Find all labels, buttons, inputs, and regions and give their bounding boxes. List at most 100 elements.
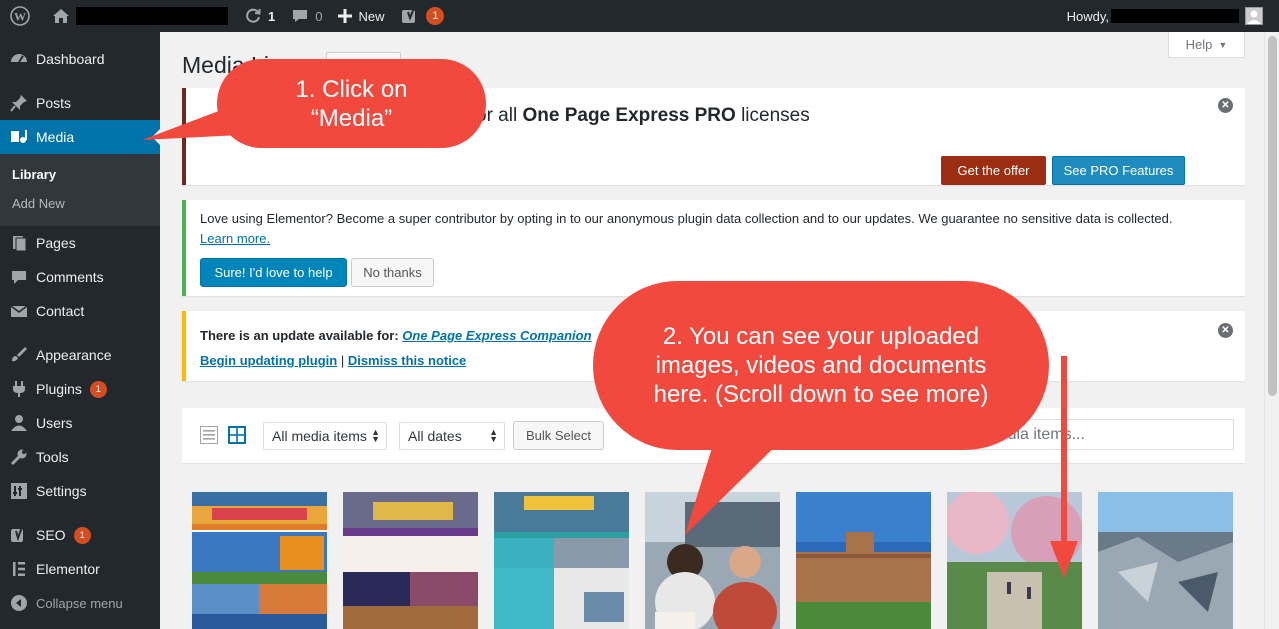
dismiss-icon[interactable]: ✕ bbox=[1218, 323, 1233, 338]
svg-text:W: W bbox=[14, 10, 26, 24]
menu-label: Pages bbox=[36, 235, 76, 251]
dashboard-icon bbox=[9, 49, 29, 69]
comments-menu[interactable]: 0 bbox=[283, 0, 330, 32]
spain-flyer-image bbox=[343, 492, 478, 629]
media-icon bbox=[9, 127, 29, 147]
plugin-link[interactable]: One Page Express Companion bbox=[402, 328, 591, 343]
menu-pages[interactable]: Pages bbox=[0, 226, 160, 260]
menu-plugins[interactable]: Plugins 1 bbox=[0, 372, 160, 406]
elementor-icon bbox=[9, 559, 29, 579]
settings-icon bbox=[9, 481, 29, 501]
menu-media[interactable]: Media bbox=[0, 120, 160, 154]
begin-updating-link[interactable]: Begin updating plugin bbox=[200, 353, 337, 368]
media-thumbnail[interactable] bbox=[1098, 492, 1233, 629]
menu-posts[interactable]: Posts bbox=[0, 86, 160, 120]
comment-bubble-icon bbox=[291, 8, 309, 24]
new-content-menu[interactable]: New bbox=[330, 0, 392, 32]
media-type-value: All media items bbox=[272, 428, 367, 444]
menu-label: Posts bbox=[36, 95, 72, 111]
collapse-menu[interactable]: Collapse menu bbox=[0, 586, 160, 620]
redacted-site-name bbox=[76, 7, 228, 25]
page-scrollbar[interactable] bbox=[1264, 32, 1279, 629]
menu-label: Appearance bbox=[36, 347, 112, 363]
menu-label: SEO bbox=[36, 527, 66, 543]
pin-icon bbox=[9, 93, 29, 113]
help-label: Help bbox=[1185, 37, 1213, 52]
updates-menu[interactable]: 1 bbox=[236, 0, 283, 32]
wordpress-logo-icon: W bbox=[10, 6, 30, 26]
yoast-icon bbox=[9, 525, 29, 545]
brush-icon bbox=[9, 345, 29, 365]
federation-square-photo bbox=[1098, 492, 1233, 629]
plus-icon bbox=[338, 9, 353, 23]
promo-text: or all One Page Express PRO licenses bbox=[476, 105, 810, 127]
update-message: There is an update available for: One Pa… bbox=[200, 328, 592, 343]
seo-notification-badge: 1 bbox=[73, 526, 91, 544]
help-tab[interactable]: Help ▼ bbox=[1168, 32, 1245, 58]
callout-text: 1. Click on “Media” bbox=[295, 75, 408, 132]
howdy-label: Howdy, bbox=[1066, 8, 1109, 24]
grid-view-icon[interactable] bbox=[228, 426, 246, 444]
menu-tools[interactable]: Tools bbox=[0, 440, 160, 474]
media-submenu: Library Add New bbox=[0, 154, 160, 226]
menu-label: Users bbox=[36, 415, 73, 431]
media-thumbnail[interactable] bbox=[796, 492, 931, 629]
get-offer-button[interactable]: Get the offer bbox=[941, 156, 1046, 185]
media-thumbnail[interactable] bbox=[192, 492, 327, 629]
menu-seo[interactable]: SEO 1 bbox=[0, 518, 160, 552]
menu-contact[interactable]: Contact bbox=[0, 294, 160, 328]
submenu-add-new[interactable]: Add New bbox=[0, 189, 160, 218]
updates-count: 1 bbox=[268, 8, 276, 24]
bulk-select-button[interactable]: Bulk Select bbox=[513, 421, 604, 450]
update-prefix: There is an update available for: bbox=[200, 328, 403, 343]
select-arrows-icon: ▲ ▼ bbox=[371, 427, 380, 444]
holland-flyer-image bbox=[192, 492, 327, 629]
menu-label: Media bbox=[36, 129, 75, 145]
scrollbar-thumb[interactable] bbox=[1268, 36, 1277, 396]
scroll-down-arrow bbox=[1050, 356, 1078, 578]
media-type-filter[interactable]: All media items ▲ ▼ bbox=[263, 422, 387, 450]
opt-in-button[interactable]: Sure! I'd love to help bbox=[200, 258, 347, 287]
link-separator: | bbox=[337, 353, 348, 368]
collapse-icon bbox=[9, 593, 29, 613]
media-thumbnail[interactable] bbox=[343, 492, 478, 629]
redacted-username bbox=[1111, 9, 1239, 23]
learn-more-link[interactable]: Learn more. bbox=[200, 231, 270, 246]
plugin-icon bbox=[9, 379, 29, 399]
comments-count: 0 bbox=[315, 8, 323, 24]
comment-icon bbox=[9, 267, 29, 287]
menu-users[interactable]: Users bbox=[0, 406, 160, 440]
menu-label: Elementor bbox=[36, 561, 100, 577]
callout-click-media: 1. Click on “Media” bbox=[217, 59, 486, 148]
melbourne-flyer-image bbox=[494, 492, 629, 629]
menu-label: Settings bbox=[36, 483, 87, 499]
menu-comments[interactable]: Comments bbox=[0, 260, 160, 294]
list-view-icon[interactable] bbox=[200, 426, 218, 444]
menu-label: Plugins bbox=[36, 381, 82, 397]
wp-logo-menu[interactable]: W bbox=[0, 0, 44, 32]
callout-text: 2. You can see your uploaded images, vid… bbox=[653, 323, 989, 408]
menu-dashboard[interactable]: Dashboard bbox=[0, 42, 160, 76]
menu-label: Collapse menu bbox=[36, 595, 123, 611]
new-label: New bbox=[358, 8, 385, 24]
menu-appearance[interactable]: Appearance bbox=[0, 338, 160, 372]
date-filter[interactable]: All dates ▲ ▼ bbox=[399, 422, 505, 450]
my-account-menu[interactable]: Howdy, bbox=[1067, 7, 1279, 25]
promo-product-name: One Page Express PRO bbox=[522, 105, 736, 126]
plugins-update-badge: 1 bbox=[89, 380, 107, 398]
yoast-menu[interactable]: 1 bbox=[392, 0, 452, 32]
admin-bar: W 1 0 New 1 Howdy, bbox=[0, 0, 1279, 32]
site-name-menu[interactable] bbox=[44, 0, 236, 32]
menu-elementor[interactable]: Elementor bbox=[0, 552, 160, 586]
admin-sidebar: Dashboard Posts Media Library Add New Pa… bbox=[0, 32, 160, 629]
dismiss-icon[interactable]: ✕ bbox=[1218, 98, 1233, 113]
media-thumbnail[interactable] bbox=[494, 492, 629, 629]
submenu-library[interactable]: Library bbox=[0, 160, 160, 189]
yoast-notification-badge: 1 bbox=[426, 7, 445, 25]
dismiss-notice-link[interactable]: Dismiss this notice bbox=[348, 353, 466, 368]
see-pro-features-button[interactable]: See PRO Features bbox=[1052, 156, 1185, 185]
no-thanks-button[interactable]: No thanks bbox=[351, 258, 434, 287]
menu-settings[interactable]: Settings bbox=[0, 474, 160, 508]
user-icon bbox=[9, 413, 29, 433]
callout-uploaded-media: 2. You can see your uploaded images, vid… bbox=[593, 281, 1049, 450]
